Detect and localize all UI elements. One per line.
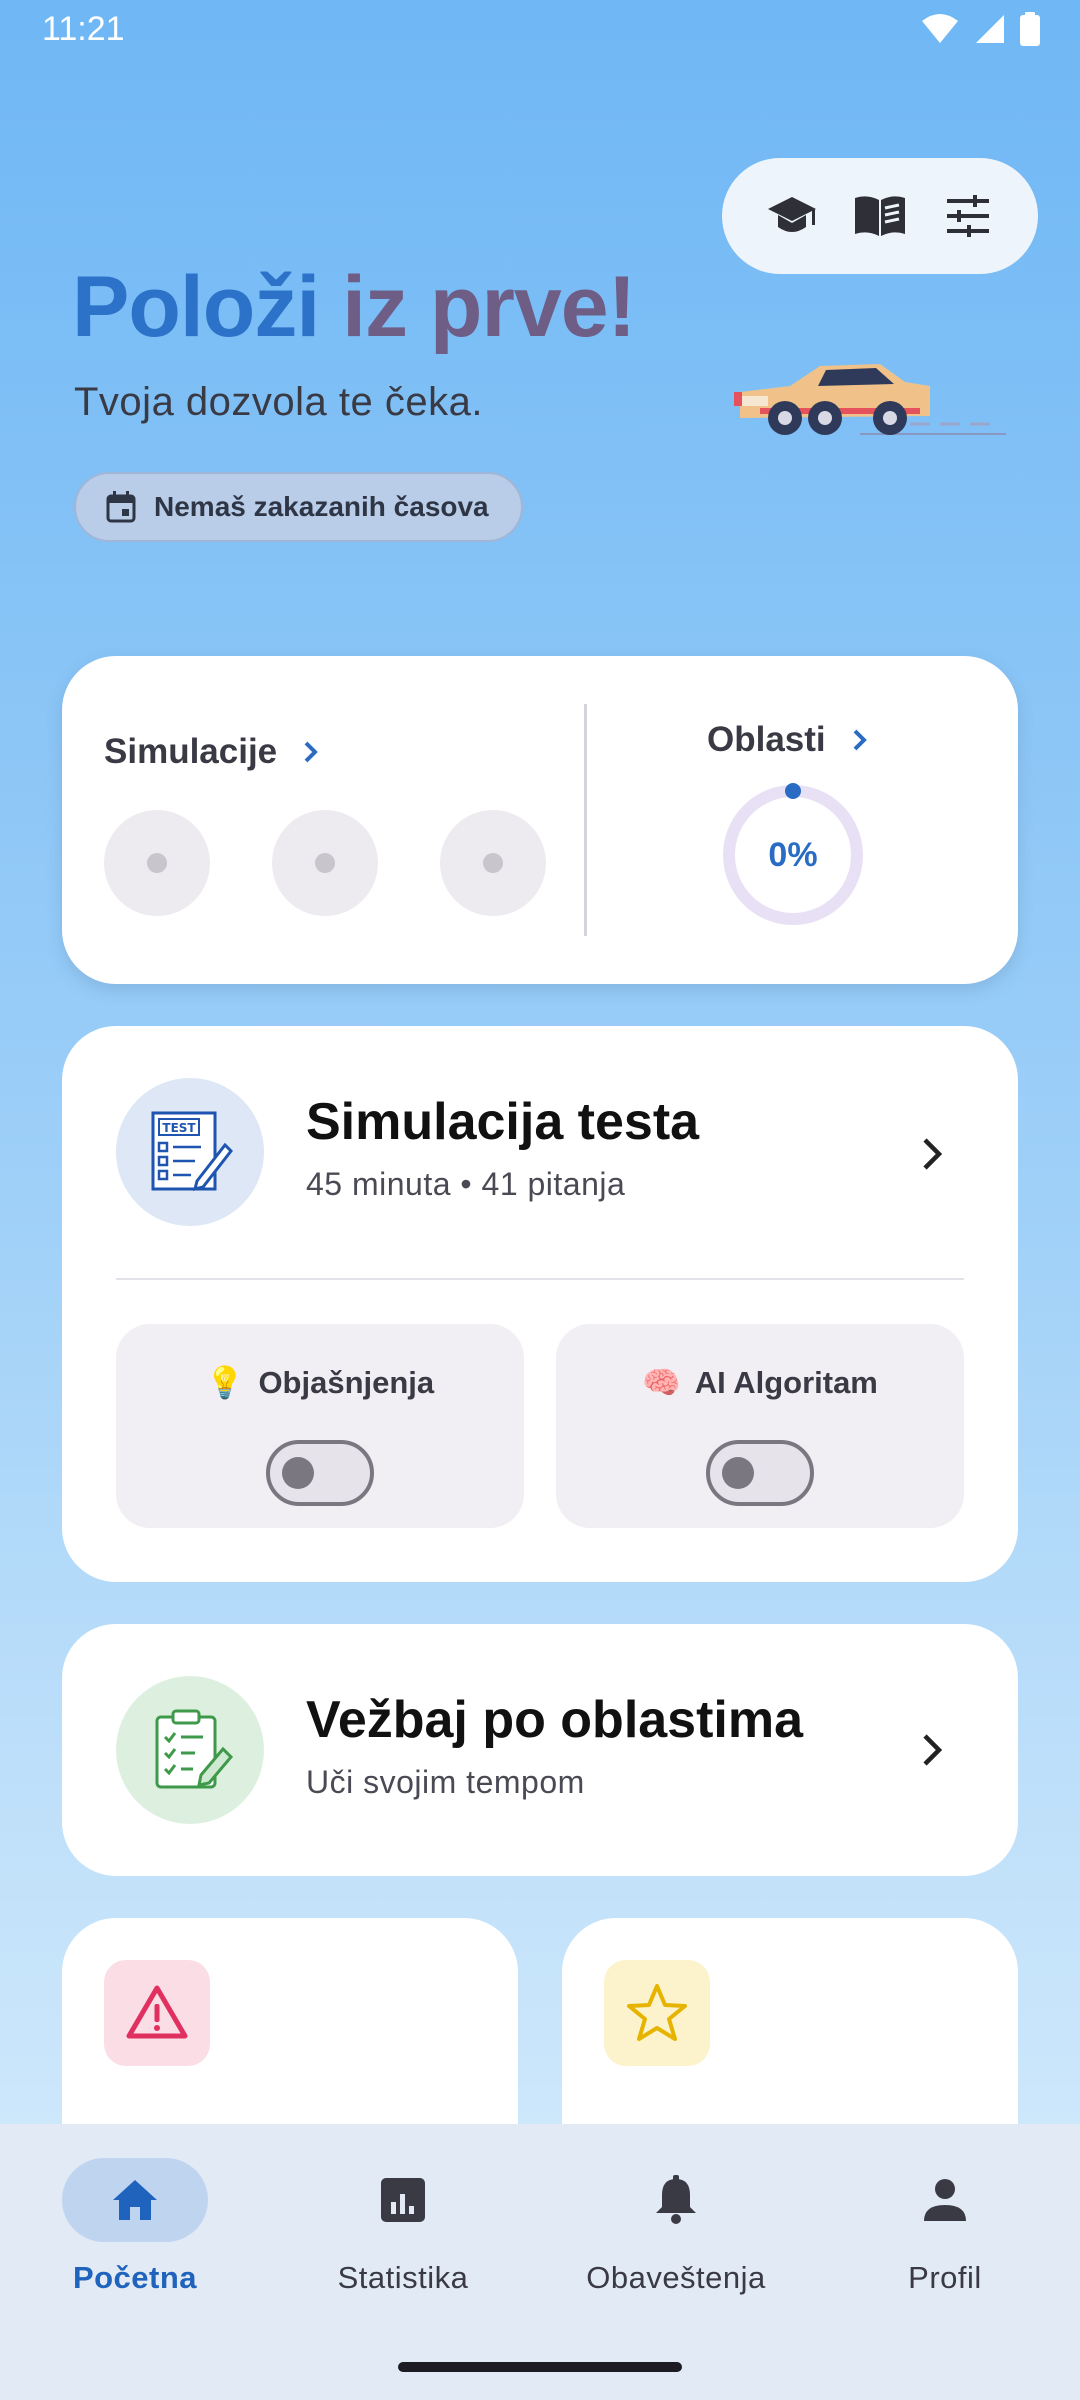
simulations-label: Simulacije xyxy=(104,732,278,771)
status-time: 11:21 xyxy=(42,10,125,48)
star-icon xyxy=(604,1960,710,2066)
simulation-title: Simulacija testa xyxy=(306,1093,700,1151)
home-icon xyxy=(62,2158,208,2242)
progress-card: Simulacije Oblasti 0% xyxy=(62,656,1018,984)
person-icon xyxy=(872,2158,1018,2242)
top-actions-pill xyxy=(722,158,1038,274)
battery-icon xyxy=(1020,12,1040,46)
simulation-slot xyxy=(104,810,210,916)
ai-algorithm-label: AI Algoritam xyxy=(694,1364,878,1400)
areas-link[interactable]: Oblasti xyxy=(707,720,868,760)
nav-home-label: Početna xyxy=(72,2260,198,2295)
divider xyxy=(584,704,587,936)
hero-title: Položi iz prve! xyxy=(72,258,636,357)
chevron-right-icon xyxy=(853,729,867,751)
nav-statistics-label: Statistika xyxy=(337,2260,469,2295)
tune-icon[interactable] xyxy=(940,188,996,244)
simulation-slot xyxy=(272,810,378,916)
hero-title-part1: Položi xyxy=(72,259,320,355)
explanations-switch[interactable] xyxy=(266,1440,374,1506)
book-icon[interactable] xyxy=(852,188,908,244)
nav-profile[interactable]: Profil xyxy=(810,2158,1080,2296)
explanations-label: Objašnjenja xyxy=(258,1364,435,1400)
brain-icon: 🧠 xyxy=(642,1365,681,1400)
calendar-icon xyxy=(106,491,136,523)
areas-percent: 0% xyxy=(768,835,818,874)
practice-subtitle: Uči svojim tempom xyxy=(306,1764,585,1800)
bottom-navigation: Početna Statistika Obaveštenja Profil xyxy=(0,2124,1080,2400)
home-indicator[interactable] xyxy=(398,2362,682,2372)
simulation-results xyxy=(104,810,546,916)
simulation-slot xyxy=(440,810,546,916)
status-bar: 11:21 xyxy=(0,0,1080,60)
chevron-right-icon xyxy=(304,741,318,763)
status-icons xyxy=(920,12,1040,46)
hero-subtitle: Tvoja dozvola te čeka. xyxy=(74,380,483,424)
bar-chart-icon xyxy=(330,2158,476,2242)
divider xyxy=(116,1278,964,1280)
nav-notifications-label: Obaveštenja xyxy=(586,2260,766,2295)
nav-statistics[interactable]: Statistika xyxy=(268,2158,538,2296)
simulation-subtitle: 45 minuta • 41 pitanja xyxy=(306,1166,626,1202)
signal-icon xyxy=(976,15,1004,43)
explanations-toggle-box: 💡 Objašnjenja xyxy=(116,1324,524,1528)
switch-thumb xyxy=(282,1457,314,1489)
nav-home[interactable]: Početna xyxy=(0,2158,270,2296)
simulation-card: TEST Simulacija testa 45 minuta • 41 pit… xyxy=(62,1026,1018,1582)
simulation-row[interactable]: TEST Simulacija testa 45 minuta • 41 pit… xyxy=(62,1026,1018,1278)
chevron-right-icon xyxy=(923,1734,943,1766)
nav-profile-label: Profil xyxy=(908,2260,982,2295)
simulations-link[interactable]: Simulacije xyxy=(104,732,319,772)
clipboard-icon xyxy=(116,1676,264,1824)
ai-algorithm-toggle-box: 🧠 AI Algoritam xyxy=(556,1324,964,1528)
ai-algorithm-label-row: 🧠 AI Algoritam xyxy=(556,1364,964,1401)
warning-icon xyxy=(104,1960,210,2066)
practice-card[interactable]: Vežbaj po oblastima Uči svojim tempom xyxy=(62,1624,1018,1876)
switch-thumb xyxy=(722,1457,754,1489)
ai-algorithm-switch[interactable] xyxy=(706,1440,814,1506)
car-illustration xyxy=(734,364,1006,435)
explanations-label-row: 💡 Objašnjenja xyxy=(116,1364,524,1401)
test-icon-label: TEST xyxy=(162,1121,196,1135)
test-icon: TEST xyxy=(116,1078,264,1226)
bell-icon xyxy=(603,2158,749,2242)
areas-label: Oblasti xyxy=(707,720,826,759)
nav-notifications[interactable]: Obaveštenja xyxy=(541,2158,811,2296)
hero-title-part2: iz prve! xyxy=(342,259,636,355)
schedule-chip[interactable]: Nemaš zakazanih časova xyxy=(74,472,523,542)
lightbulb-icon: 💡 xyxy=(205,1365,245,1400)
chevron-right-icon xyxy=(923,1138,943,1170)
wifi-icon xyxy=(922,14,958,43)
practice-title: Vežbaj po oblastima xyxy=(306,1691,804,1749)
graduation-cap-icon[interactable] xyxy=(764,188,820,244)
schedule-chip-label: Nemaš zakazanih časova xyxy=(154,491,489,522)
